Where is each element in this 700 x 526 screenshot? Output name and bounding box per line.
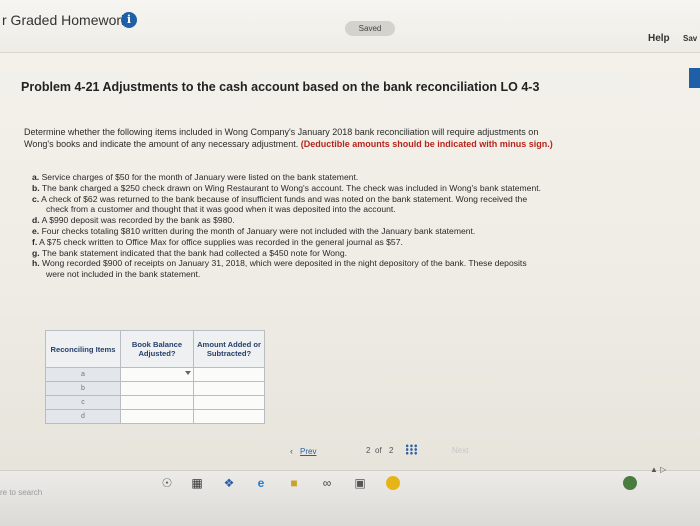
list-item: g. The bank statement indicated that the… [32,248,692,259]
book-balance-select[interactable] [120,395,194,410]
system-tray[interactable]: ▲ ▷ [650,465,666,474]
table-row: d [45,409,265,424]
header-amount-added-subtracted: Amount Added or Subtracted? [193,330,265,368]
item-text: Wong recorded $900 of receipts on Januar… [42,258,527,269]
table-header-row: Reconciling Items Book Balance Adjusted?… [45,330,265,368]
instructions-line-2: Wong's books and indicate the amount of … [24,138,684,150]
chevron-down-icon[interactable] [185,371,191,375]
page-of-label: of [375,446,382,455]
dropbox-icon[interactable]: ❖ [222,476,236,490]
item-label: f. [32,236,38,247]
save-link[interactable]: Sav [683,34,697,43]
tray-app-icon[interactable] [623,476,637,490]
saved-status-badge: Saved [345,21,395,36]
amount-input[interactable] [193,367,265,382]
row-label: d [45,409,121,424]
help-link[interactable]: Help [648,33,670,44]
row-label: b [45,381,121,396]
header-book-balance-adjusted: Book Balance Adjusted? [120,330,194,368]
item-label: d. [32,215,40,226]
problem-title: Problem 4-21 Adjustments to the cash acc… [21,80,540,94]
instructions-note: (Deductible amounts should be indicated … [300,139,553,149]
chevron-left-icon[interactable]: ‹ [290,446,293,456]
item-text: A check of $62 was returned to the bank … [41,193,528,204]
info-icon[interactable]: i [121,12,137,28]
instructions-line-2-text: Wong's books and indicate the amount of … [24,139,299,149]
item-label: g. [32,247,40,258]
book-balance-select[interactable] [120,409,194,424]
book-balance-select[interactable] [120,367,194,382]
item-text-continued: were not included in the bank statement. [46,269,201,280]
assignment-screen: r Graded Homework i Saved Help Sav Probl… [0,0,700,470]
book-balance-select[interactable] [120,381,194,396]
next-button[interactable]: Next [452,446,468,455]
item-text: A $990 deposit was recorded by the bank … [41,215,235,226]
item-label: b. [32,182,40,193]
amount-input[interactable] [193,381,265,396]
list-item: b. The bank charged a $250 check drawn o… [32,183,692,194]
reconciliation-table: Reconciling Items Book Balance Adjusted?… [45,330,265,424]
current-page[interactable]: 2 [366,446,370,455]
amount-input[interactable] [193,395,265,410]
prev-button[interactable]: Prev [300,447,316,456]
table-row: a [45,367,265,382]
item-label: c. [32,193,40,204]
store-icon[interactable]: ▣ [353,476,367,490]
table-row: c [45,395,265,410]
table-row: b [45,381,265,396]
item-text: The bank statement indicated that the ba… [41,247,347,258]
header-reconciling-items: Reconciling Items [45,330,121,368]
list-item: f. A $75 check written to Office Max for… [32,237,692,248]
top-bar: r Graded Homework i Saved Help Sav [0,0,700,53]
item-label: a. [32,172,40,182]
chrome-icon[interactable] [386,476,400,490]
microphone-icon[interactable]: ☉ [160,476,174,490]
item-label: h. [32,258,40,269]
list-item: c. A check of $62 was returned to the ba… [32,194,692,216]
item-text-continued: check from a customer and thought that i… [46,204,396,215]
instructions: Determine whether the following items in… [24,126,684,150]
grid-icon[interactable] [405,444,418,455]
list-item: h. Wong recorded $900 of receipts on Jan… [32,258,692,280]
taskbar [0,470,700,526]
list-item: a. Service charges of $50 for the month … [32,172,692,183]
list-item: e. Four checks totaling $810 written dur… [32,226,692,237]
item-text: A $75 check written to Office Max for of… [39,236,403,247]
list-item: d. A $990 deposit was recorded by the ba… [32,215,692,226]
edge-icon[interactable]: e [254,476,268,490]
instructions-line-1: Determine whether the following items in… [24,127,539,137]
side-tab[interactable] [689,68,700,88]
item-label: e. [32,225,40,236]
search-input[interactable]: re to search [0,488,42,497]
task-view-icon[interactable]: ▦ [190,476,204,490]
item-text: Service charges of $50 for the month of … [41,172,359,182]
infinity-icon[interactable]: ∞ [320,476,334,490]
item-text: The bank charged a $250 check drawn on W… [41,182,542,193]
amount-input[interactable] [193,409,265,424]
row-label: c [45,395,121,410]
row-label: a [45,367,121,382]
folder-icon[interactable]: ■ [287,476,301,490]
app-title: r Graded Homework [2,12,129,28]
item-list: a. Service charges of $50 for the month … [32,172,692,280]
item-text: Four checks totaling $810 written during… [41,225,476,236]
total-pages: 2 [389,446,394,455]
